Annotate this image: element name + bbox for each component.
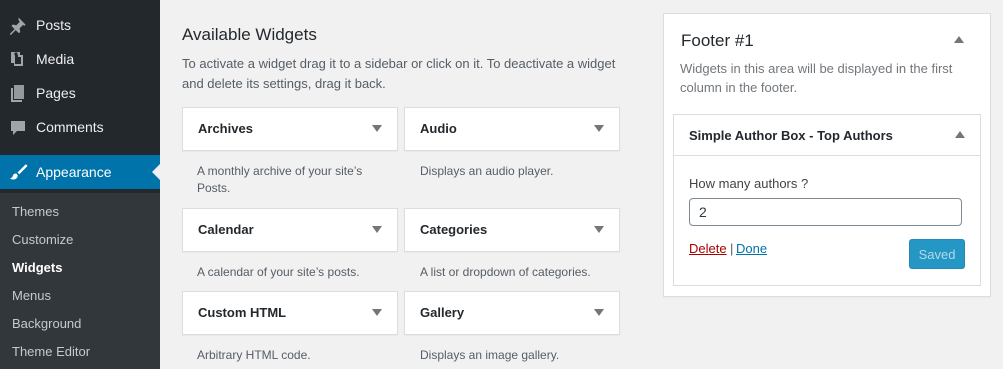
appearance-submenu: Themes Customize Widgets Menus Backgroun…	[0, 193, 160, 369]
widget-settings-form: How many authors ? Delete | Done Saved	[674, 156, 980, 285]
paintbrush-icon	[0, 162, 36, 182]
widget-header[interactable]: Simple Author Box - Top Authors	[674, 115, 980, 156]
widget-title: Gallery	[420, 305, 465, 320]
author-box-widget: Simple Author Box - Top Authors How many…	[673, 114, 981, 286]
available-widgets-title: Available Widgets	[182, 25, 317, 44]
submenu-item-widgets[interactable]: Widgets	[12, 260, 62, 275]
widget-title: Archives	[198, 121, 253, 136]
chevron-down-icon[interactable]	[372, 309, 382, 316]
menu-item-appearance[interactable]: Appearance	[0, 155, 160, 189]
footer-sidebar-title[interactable]: Footer #1	[681, 31, 754, 51]
chevron-down-icon[interactable]	[594, 309, 604, 316]
chevron-up-icon[interactable]	[955, 131, 965, 138]
submenu-item-background[interactable]: Background	[12, 316, 81, 331]
menu-item-pages[interactable]: Pages	[0, 76, 160, 110]
submenu-item-customize[interactable]: Customize	[12, 232, 73, 247]
authors-count-label: How many authors ?	[689, 176, 809, 191]
done-link[interactable]: Done	[736, 241, 767, 256]
submenu-item-theme-editor[interactable]: Theme Editor	[12, 344, 90, 359]
widget-title: Categories	[420, 222, 488, 237]
widget-title: Custom HTML	[198, 305, 287, 320]
widget-categories[interactable]: Categories	[404, 208, 620, 252]
chevron-down-icon[interactable]	[594, 226, 604, 233]
menu-item-media[interactable]: Media	[0, 42, 160, 76]
chevron-down-icon[interactable]	[372, 226, 382, 233]
admin-sidebar: Posts Media Pages Comments Appearance Th…	[0, 0, 160, 369]
media-icon	[0, 49, 36, 69]
widget-description: Displays an image gallery.	[420, 348, 560, 362]
footer-sidebar-panel: Footer #1 Widgets in this area will be d…	[663, 13, 991, 297]
widget-title: Simple Author Box - Top Authors	[689, 128, 893, 143]
link-separator: |	[730, 241, 734, 256]
chevron-down-icon[interactable]	[594, 125, 604, 132]
widget-description: Displays an audio player.	[420, 164, 554, 178]
widget-description: A monthly archive of your site’s Posts.	[197, 164, 363, 195]
widget-title: Calendar	[198, 222, 254, 237]
footer-sidebar-description: Widgets in this area will be displayed i…	[680, 61, 953, 95]
widget-description: A calendar of your site’s posts.	[197, 265, 360, 279]
widget-custom-html[interactable]: Custom HTML	[182, 291, 398, 335]
menu-item-label: Pages	[36, 85, 76, 101]
menu-item-posts[interactable]: Posts	[0, 8, 160, 42]
pushpin-icon	[0, 15, 36, 35]
menu-item-label: Comments	[36, 119, 104, 135]
authors-count-input[interactable]	[689, 198, 962, 226]
available-widgets-description: To activate a widget drag it to a sideba…	[182, 56, 616, 91]
delete-link[interactable]: Delete	[689, 241, 727, 256]
widget-title: Audio	[420, 121, 457, 136]
widget-description: A list or dropdown of categories.	[420, 265, 591, 279]
menu-item-comments[interactable]: Comments	[0, 110, 160, 144]
widget-calendar[interactable]: Calendar	[182, 208, 398, 252]
pages-icon	[0, 83, 36, 103]
widget-description: Arbitrary HTML code.	[197, 348, 311, 362]
widget-audio[interactable]: Audio	[404, 107, 620, 151]
submenu-item-themes[interactable]: Themes	[12, 204, 59, 219]
menu-item-label: Appearance	[36, 164, 112, 180]
menu-item-label: Posts	[36, 17, 72, 33]
chevron-down-icon[interactable]	[372, 125, 382, 132]
widget-gallery[interactable]: Gallery	[404, 291, 620, 335]
menu-item-label: Media	[36, 51, 75, 67]
save-button[interactable]: Saved	[909, 239, 965, 269]
comment-icon	[0, 117, 36, 137]
chevron-up-icon[interactable]	[954, 36, 964, 43]
submenu-item-menus[interactable]: Menus	[12, 288, 51, 303]
widget-archives[interactable]: Archives	[182, 107, 398, 151]
